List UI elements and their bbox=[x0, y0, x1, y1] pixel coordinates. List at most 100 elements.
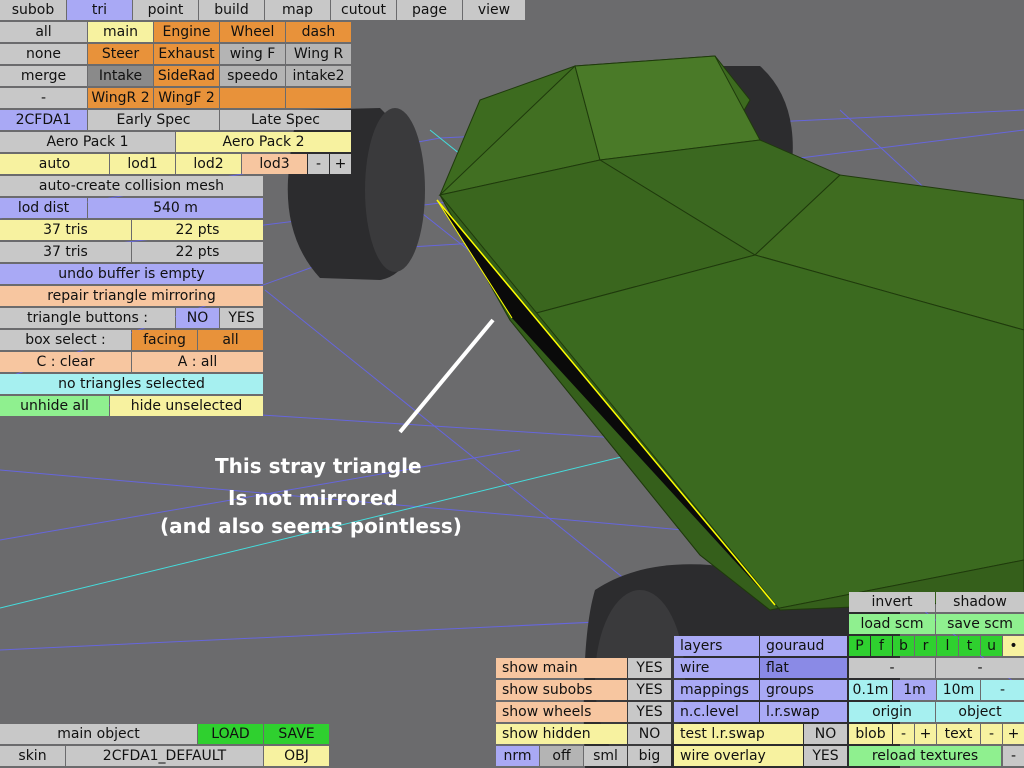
minus-button-2[interactable]: - bbox=[936, 658, 1024, 678]
box-select-all[interactable]: all bbox=[198, 330, 263, 350]
triangle-buttons-yes[interactable]: YES bbox=[220, 308, 263, 328]
subob-steer[interactable]: Steer bbox=[88, 44, 153, 64]
subob-intake2[interactable]: intake2 bbox=[286, 66, 351, 86]
reload-minus[interactable]: - bbox=[1003, 746, 1024, 766]
tab-cutout[interactable]: cutout bbox=[331, 0, 396, 20]
save-scm-button[interactable]: save scm bbox=[936, 614, 1024, 634]
tab-page[interactable]: page bbox=[397, 0, 462, 20]
load-button[interactable]: LOAD bbox=[198, 724, 263, 744]
lod-minus[interactable]: - bbox=[308, 154, 329, 174]
triangle-buttons-no[interactable]: NO bbox=[176, 308, 219, 328]
subob-engine[interactable]: Engine bbox=[154, 22, 219, 42]
grid-1m[interactable]: 1m bbox=[893, 680, 936, 700]
repair-mirroring-button[interactable]: repair triangle mirroring bbox=[0, 286, 263, 306]
subob-main[interactable]: main bbox=[88, 22, 153, 42]
tab-build[interactable]: build bbox=[199, 0, 264, 20]
subob-wing-f[interactable]: wing F bbox=[220, 44, 285, 64]
pts-count-2: 22 pts bbox=[132, 242, 263, 262]
view-u[interactable]: u bbox=[981, 636, 1002, 656]
load-scm-button[interactable]: load scm bbox=[849, 614, 935, 634]
subob-empty-1[interactable] bbox=[220, 88, 285, 108]
aero-pack-2[interactable]: Aero Pack 2 bbox=[176, 132, 351, 152]
render-layers[interactable]: layers bbox=[674, 636, 759, 656]
clear-selection[interactable]: C : clear bbox=[0, 352, 131, 372]
subob-wingf2[interactable]: WingF 2 bbox=[154, 88, 219, 108]
render-wire[interactable]: wire bbox=[674, 658, 759, 678]
tab-subob[interactable]: subob bbox=[0, 0, 66, 20]
spec-car-id[interactable]: 2CFDA1 bbox=[0, 110, 87, 130]
normals-nrm[interactable]: nrm bbox=[496, 746, 539, 766]
select-all[interactable]: A : all bbox=[132, 352, 263, 372]
render-gouraud[interactable]: gouraud bbox=[760, 636, 847, 656]
subob-intake[interactable]: Intake bbox=[88, 66, 153, 86]
view-r[interactable]: r bbox=[915, 636, 936, 656]
object-button[interactable]: object bbox=[936, 702, 1024, 722]
subob-wing-r[interactable]: Wing R bbox=[286, 44, 351, 64]
lod-2[interactable]: lod2 bbox=[176, 154, 241, 174]
test-lr-swap-toggle[interactable]: NO bbox=[804, 724, 847, 744]
minus-button-1[interactable]: - bbox=[849, 658, 935, 678]
shadow-button[interactable]: shadow bbox=[936, 592, 1024, 612]
obj-button[interactable]: OBJ bbox=[264, 746, 329, 766]
save-button[interactable]: SAVE bbox=[264, 724, 329, 744]
tab-point[interactable]: point bbox=[133, 0, 198, 20]
spec-late[interactable]: Late Spec bbox=[220, 110, 351, 130]
lod-dist-value[interactable]: 540 m bbox=[88, 198, 263, 218]
unhide-all-button[interactable]: unhide all bbox=[0, 396, 109, 416]
subob-separator[interactable]: - bbox=[0, 88, 87, 108]
normals-big[interactable]: big bbox=[628, 746, 671, 766]
aero-pack-1[interactable]: Aero Pack 1 bbox=[0, 132, 175, 152]
render-flat[interactable]: flat bbox=[760, 658, 847, 678]
tab-map[interactable]: map bbox=[265, 0, 330, 20]
show-hidden-toggle[interactable]: NO bbox=[628, 724, 671, 744]
show-main-toggle[interactable]: YES bbox=[628, 658, 671, 678]
normals-sml[interactable]: sml bbox=[584, 746, 627, 766]
grid-minus[interactable]: - bbox=[981, 680, 1024, 700]
tab-view[interactable]: view bbox=[463, 0, 525, 20]
wire-overlay-toggle[interactable]: YES bbox=[804, 746, 847, 766]
hide-unselected-button[interactable]: hide unselected bbox=[110, 396, 263, 416]
view-f[interactable]: f bbox=[871, 636, 892, 656]
grid-10m[interactable]: 10m bbox=[937, 680, 980, 700]
view-p[interactable]: P bbox=[849, 636, 870, 656]
blob-minus[interactable]: - bbox=[893, 724, 914, 744]
subob-speedo[interactable]: speedo bbox=[220, 66, 285, 86]
text-minus[interactable]: - bbox=[981, 724, 1002, 744]
skin-name[interactable]: 2CFDA1_DEFAULT bbox=[66, 746, 263, 766]
reload-textures-button[interactable]: reload textures bbox=[849, 746, 1001, 766]
subob-all[interactable]: all bbox=[0, 22, 87, 42]
subob-wingr2[interactable]: WingR 2 bbox=[88, 88, 153, 108]
invert-button[interactable]: invert bbox=[849, 592, 935, 612]
lod-auto[interactable]: auto bbox=[0, 154, 109, 174]
subob-wheel[interactable]: Wheel bbox=[220, 22, 285, 42]
subob-merge[interactable]: merge bbox=[0, 66, 87, 86]
normals-off[interactable]: off bbox=[540, 746, 583, 766]
subob-siderad[interactable]: SideRad bbox=[154, 66, 219, 86]
undo-status[interactable]: undo buffer is empty bbox=[0, 264, 263, 284]
view-b[interactable]: b bbox=[893, 636, 914, 656]
subob-dash[interactable]: dash bbox=[286, 22, 351, 42]
render-groups[interactable]: groups bbox=[760, 680, 847, 700]
subob-exhaust[interactable]: Exhaust bbox=[154, 44, 219, 64]
show-subobs-toggle[interactable]: YES bbox=[628, 680, 671, 700]
tab-tri[interactable]: tri bbox=[67, 0, 132, 20]
subob-none[interactable]: none bbox=[0, 44, 87, 64]
auto-collision-button[interactable]: auto-create collision mesh bbox=[0, 176, 263, 196]
origin-button[interactable]: origin bbox=[849, 702, 935, 722]
text-plus[interactable]: + bbox=[1003, 724, 1024, 744]
render-nc-level[interactable]: n.c.level bbox=[674, 702, 759, 722]
show-wheels-toggle[interactable]: YES bbox=[628, 702, 671, 722]
lod-3[interactable]: lod3 bbox=[242, 154, 307, 174]
render-lr-swap[interactable]: l.r.swap bbox=[760, 702, 847, 722]
blob-plus[interactable]: + bbox=[915, 724, 936, 744]
render-mappings[interactable]: mappings bbox=[674, 680, 759, 700]
lod-plus[interactable]: + bbox=[330, 154, 351, 174]
spec-early[interactable]: Early Spec bbox=[88, 110, 219, 130]
box-select-facing[interactable]: facing bbox=[132, 330, 197, 350]
grid-0-1m[interactable]: 0.1m bbox=[849, 680, 892, 700]
subob-empty-2[interactable] bbox=[286, 88, 351, 108]
lod-1[interactable]: lod1 bbox=[110, 154, 175, 174]
view-dot[interactable]: • bbox=[1003, 636, 1024, 656]
view-t[interactable]: t bbox=[959, 636, 980, 656]
view-l[interactable]: l bbox=[937, 636, 958, 656]
